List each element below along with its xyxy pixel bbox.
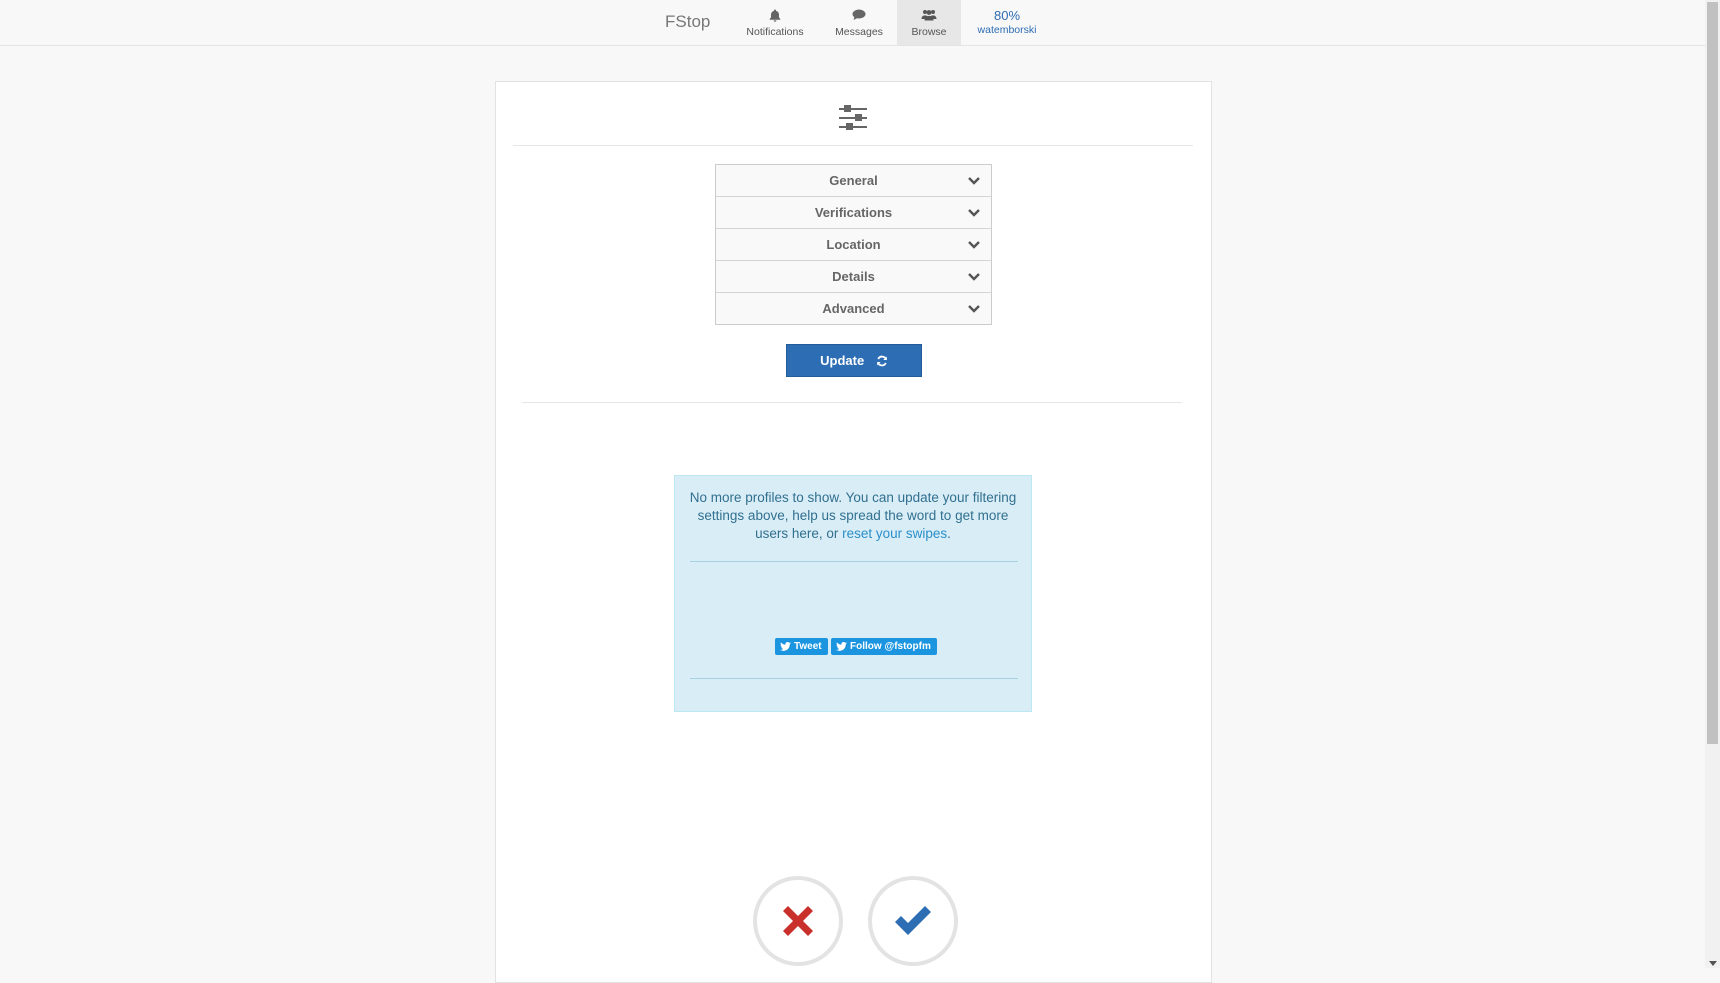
- nav-messages[interactable]: Messages: [828, 0, 890, 45]
- twitter-icon: [780, 642, 791, 651]
- nav-messages-label: Messages: [835, 26, 883, 38]
- tweet-label: Tweet: [794, 641, 822, 652]
- divider: [690, 561, 1018, 562]
- comment-icon: [828, 9, 890, 23]
- accordion-label: Location: [826, 237, 881, 252]
- chevron-down-icon: [968, 209, 980, 217]
- scrollbar-thumb[interactable]: [1707, 2, 1718, 744]
- accordion-details[interactable]: Details: [716, 261, 991, 293]
- accordion-location[interactable]: Location: [716, 229, 991, 261]
- accordion-verifications[interactable]: Verifications: [716, 197, 991, 229]
- sliders-icon[interactable]: [838, 104, 868, 132]
- profile-completion: 80%: [993, 8, 1021, 23]
- divider: [522, 402, 1182, 403]
- brand-logo[interactable]: FStop: [665, 12, 710, 32]
- accordion-general[interactable]: General: [716, 165, 991, 197]
- username-label: watemborski: [977, 24, 1037, 36]
- chevron-down-icon: [968, 177, 980, 185]
- chevron-down-icon: [968, 241, 980, 249]
- twitter-icon: [836, 642, 847, 651]
- accordion-label: Details: [832, 269, 875, 284]
- bell-icon: [740, 9, 810, 23]
- follow-button[interactable]: Follow @fstopfm: [831, 638, 937, 655]
- divider: [513, 145, 1193, 146]
- browse-panel: General Verifications Location Details A…: [495, 81, 1212, 983]
- accordion-label: Verifications: [814, 205, 893, 220]
- no-profiles-alert: No more profiles to show. You can update…: [674, 475, 1032, 712]
- refresh-icon: [876, 355, 887, 367]
- accept-button[interactable]: [868, 876, 958, 966]
- accordion-label: General: [829, 173, 878, 188]
- filter-accordion: General Verifications Location Details A…: [715, 164, 992, 325]
- scrollbar[interactable]: [1705, 0, 1720, 968]
- divider: [690, 678, 1018, 679]
- check-icon: [895, 906, 931, 935]
- no-profiles-message: No more profiles to show. You can update…: [687, 489, 1019, 543]
- nav-user-profile[interactable]: 80% watemborski: [968, 0, 1046, 45]
- reject-button[interactable]: [753, 876, 843, 966]
- accordion-label: Advanced: [822, 301, 885, 316]
- users-icon: [897, 9, 961, 23]
- message-end: .: [947, 526, 951, 541]
- update-button-label: Update: [820, 353, 865, 368]
- nav-browse-label: Browse: [911, 26, 947, 38]
- tweet-button[interactable]: Tweet: [775, 638, 828, 655]
- nav-browse[interactable]: Browse: [897, 0, 961, 45]
- chevron-down-icon: [968, 273, 980, 281]
- scroll-down-icon[interactable]: [1709, 961, 1717, 966]
- update-button[interactable]: Update: [786, 344, 922, 377]
- reset-swipes-link[interactable]: reset your swipes: [842, 526, 947, 541]
- nav-notifications-label: Notifications: [746, 26, 804, 38]
- follow-label: Follow @fstopfm: [850, 641, 931, 652]
- x-icon: [783, 906, 813, 936]
- top-navbar: FStop Notifications Messages Browse 80% …: [0, 0, 1705, 46]
- chevron-down-icon: [968, 305, 980, 313]
- accordion-advanced[interactable]: Advanced: [716, 293, 991, 324]
- nav-notifications[interactable]: Notifications: [740, 0, 810, 45]
